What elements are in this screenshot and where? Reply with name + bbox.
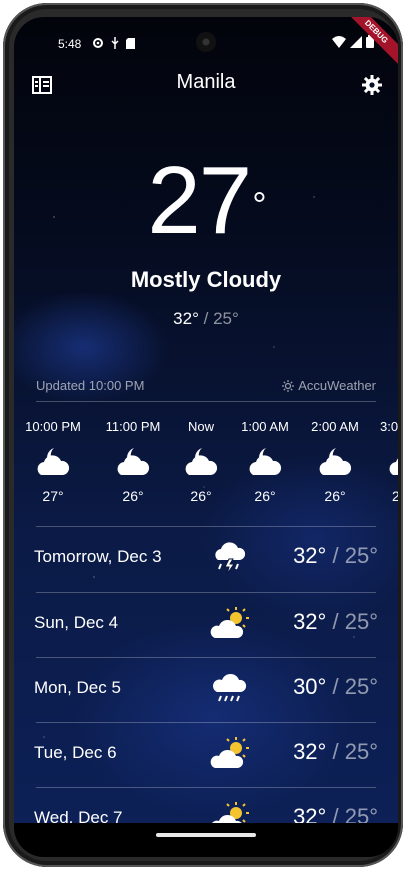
day-label: Tue, Dec 6	[34, 743, 117, 762]
updated-time: Updated 10:00 PM	[36, 378, 145, 393]
day-high: 32°	[293, 609, 327, 634]
day-high: 32°	[293, 543, 327, 568]
phone-frame: 5:48 DEBUG Manila 27° Mostly Cloudy 32° …	[3, 3, 403, 867]
status-bar: 5:48 DEBUG	[14, 17, 398, 66]
usb-debug-icon	[110, 36, 120, 54]
current-high: 32°	[173, 309, 199, 328]
day-temp-range: 32° / 25°	[293, 543, 378, 569]
range-separator: /	[332, 739, 339, 764]
day-high: 32°	[293, 739, 327, 764]
hour-time: 1:00 AM	[241, 419, 289, 434]
moon-cloud-icon	[98, 440, 168, 482]
hour-time: 11:00 PM	[105, 419, 161, 434]
hourly-item: 3:00 AM 26°	[370, 419, 398, 504]
gesture-nav-bar	[14, 823, 398, 857]
degree-symbol: °	[252, 184, 266, 225]
day-label: Mon, Dec 5	[34, 678, 121, 697]
moon-cloud-icon	[18, 440, 88, 482]
partly-sunny-icon	[209, 733, 251, 775]
settings-button[interactable]	[360, 73, 384, 97]
day-low: 25°	[344, 543, 378, 568]
app-bar: Manila	[14, 67, 398, 103]
cell-signal-icon	[350, 35, 362, 53]
daily-row[interactable]: Mon, Dec 5 30° / 25°	[14, 658, 398, 723]
settings-gear-status-icon	[92, 36, 104, 54]
hourly-item: 11:00 PM 26°	[98, 419, 168, 504]
hourly-item: 10:00 PM 27°	[18, 419, 88, 504]
wifi-icon	[332, 35, 346, 53]
thunderstorm-icon	[209, 537, 251, 579]
hourly-item: 1:00 AM 26°	[230, 419, 300, 504]
moon-cloud-icon	[300, 440, 370, 482]
day-low: 25°	[344, 609, 378, 634]
hour-temp: 26°	[392, 488, 398, 504]
current-high-low: 32° / 25°	[14, 309, 398, 329]
daily-row[interactable]: Tue, Dec 6 32° / 25°	[14, 723, 398, 788]
hour-temp: 27°	[42, 488, 64, 504]
hour-temp: 26°	[254, 488, 276, 504]
day-high: 30°	[293, 674, 327, 699]
status-time: 5:48	[58, 37, 82, 51]
source-label: AccuWeather	[298, 378, 376, 393]
front-camera	[196, 32, 216, 52]
hour-temp: 26°	[190, 488, 212, 504]
range-separator: /	[332, 609, 339, 634]
hour-time: Now	[187, 419, 214, 434]
daily-row[interactable]: Sun, Dec 4 32° / 25°	[14, 593, 398, 658]
rain-icon	[209, 668, 251, 710]
sd-card-icon	[126, 36, 135, 54]
current-temperature: 27°	[14, 151, 398, 251]
hourly-item: Now 26°	[166, 419, 236, 504]
moon-cloud-icon	[230, 440, 300, 482]
city-title: Manila	[176, 71, 236, 93]
range-separator: /	[332, 543, 339, 568]
gear-icon	[362, 75, 382, 95]
partly-sunny-icon	[209, 603, 251, 645]
screen: 5:48 DEBUG Manila 27° Mostly Cloudy 32° …	[14, 17, 398, 857]
hour-temp: 26°	[324, 488, 346, 504]
current-low: 25°	[213, 309, 239, 328]
hour-temp: 26°	[122, 488, 144, 504]
current-condition: Mostly Cloudy	[130, 267, 282, 292]
day-label: Tomorrow, Dec 3	[34, 547, 162, 566]
daily-row[interactable]: Tomorrow, Dec 3 32° / 25°	[14, 527, 398, 592]
day-temp-range: 32° / 25°	[293, 609, 378, 635]
day-low: 25°	[344, 739, 378, 764]
data-source[interactable]: AccuWeather	[282, 378, 376, 393]
day-temp-range: 30° / 25°	[293, 674, 378, 700]
moon-cloud-icon	[370, 440, 398, 482]
day-temp-range: 32° / 25°	[293, 739, 378, 765]
divider	[36, 401, 376, 402]
hour-time: 10:00 PM	[25, 419, 81, 434]
sun-small-icon	[282, 379, 295, 392]
hour-time: 3:00 AM	[380, 419, 398, 434]
day-low: 25°	[344, 674, 378, 699]
moon-cloud-icon	[166, 440, 236, 482]
day-label: Sun, Dec 4	[34, 613, 119, 632]
range-separator: /	[332, 674, 339, 699]
hour-time: 2:00 AM	[311, 419, 359, 434]
home-gesture-handle[interactable]	[156, 833, 256, 837]
current-temp-value: 27	[147, 147, 252, 254]
high-low-separator: /	[203, 309, 209, 328]
hourly-item: 2:00 AM 26°	[300, 419, 370, 504]
hourly-forecast[interactable]: 10:00 PM 27° 11:00 PM 26° Now 26° 1:00 A…	[14, 419, 398, 519]
